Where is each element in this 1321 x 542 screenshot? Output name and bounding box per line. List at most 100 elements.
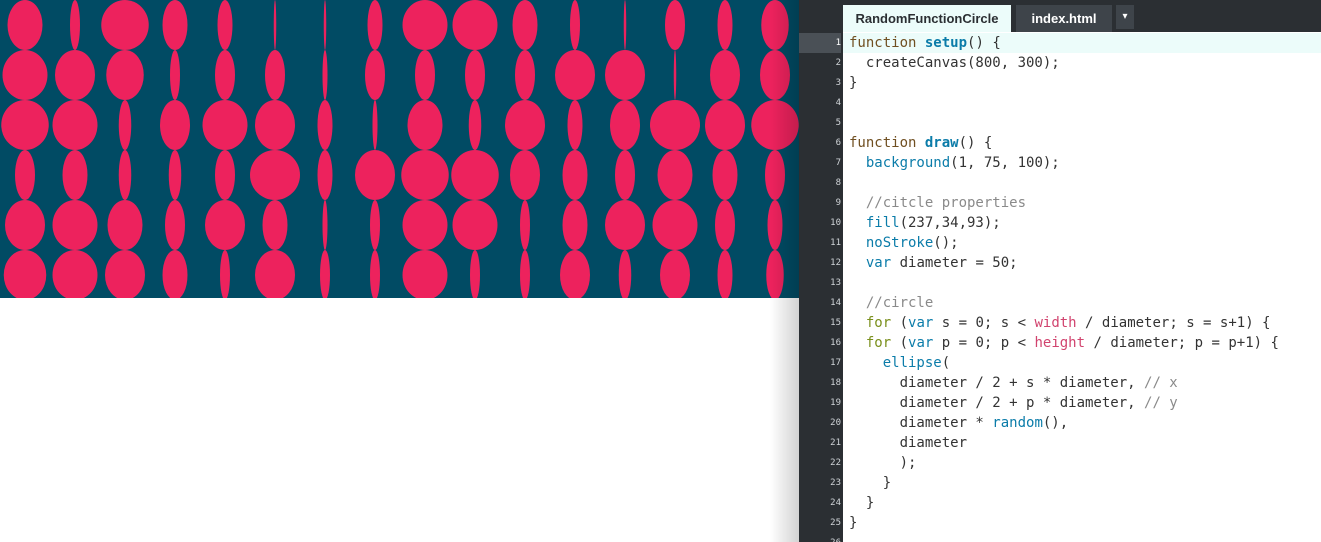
canvas-ellipse (560, 250, 590, 298)
code-line[interactable]: ellipse( (849, 353, 1321, 373)
canvas-ellipse (273, 0, 277, 50)
canvas-ellipse (510, 150, 540, 200)
code-line[interactable]: fill(237,34,93); (849, 213, 1321, 233)
code-line[interactable]: ); (849, 453, 1321, 473)
canvas-ellipse (562, 150, 588, 200)
tab-index-html[interactable]: index.html (1016, 5, 1112, 32)
chevron-down-icon[interactable]: ▾ (1116, 5, 1134, 29)
code-line[interactable]: } (849, 493, 1321, 513)
code-line[interactable]: var diameter = 50; (849, 253, 1321, 273)
canvas-ellipse (372, 100, 378, 150)
canvas-ellipse (217, 0, 233, 50)
line-number: 4 (835, 98, 841, 108)
code-line[interactable]: //circle (849, 293, 1321, 313)
canvas-ellipse (160, 100, 190, 150)
line-number: 23 (830, 478, 841, 488)
line-number: 10 (830, 218, 841, 228)
canvas-ellipse (165, 200, 185, 250)
canvas-ellipse (512, 0, 538, 50)
code-line[interactable]: } (849, 513, 1321, 533)
canvas-ellipse (715, 200, 735, 250)
code-line[interactable]: diameter * random(), (849, 413, 1321, 433)
canvas-ellipse (162, 0, 188, 50)
canvas-ellipse (705, 100, 745, 150)
canvas-ellipse (2, 50, 48, 100)
canvas-ellipse (717, 250, 733, 298)
code-line[interactable] (849, 273, 1321, 293)
canvas-ellipse (470, 250, 480, 298)
line-number: 15 (830, 318, 841, 328)
canvas-ellipse (365, 50, 385, 100)
line-number: 6 (835, 138, 841, 148)
canvas-ellipse (407, 100, 443, 150)
code-line[interactable] (849, 93, 1321, 113)
canvas-ellipse (570, 0, 580, 50)
code-area[interactable]: function setup() { createCanvas(800, 300… (843, 32, 1321, 542)
editor-tab-bar: RandomFunctionCircle index.html ▾ (799, 0, 1321, 32)
canvas-ellipse (7, 0, 43, 50)
code-line[interactable]: noStroke(); (849, 233, 1321, 253)
line-number: 8 (835, 178, 841, 188)
canvas-ellipse (262, 200, 288, 250)
canvas-ellipse (255, 250, 295, 298)
canvas-ellipse (402, 250, 448, 298)
canvas-ellipse (665, 0, 685, 50)
canvas-ellipse (712, 150, 738, 200)
canvas-ellipse (761, 0, 789, 50)
code-line[interactable] (849, 533, 1321, 542)
tab-randomfunctioncircle[interactable]: RandomFunctionCircle (843, 5, 1011, 32)
line-number: 14 (830, 298, 841, 308)
line-number: 1 (799, 33, 841, 53)
line-number: 3 (835, 78, 841, 88)
canvas-ellipse (710, 50, 740, 100)
code-line[interactable]: } (849, 473, 1321, 493)
code-line[interactable]: createCanvas(800, 300); (849, 53, 1321, 73)
code-editor-panel: RandomFunctionCircle index.html ▾ 123456… (799, 0, 1321, 542)
code-line[interactable]: function setup() { (843, 33, 1321, 53)
canvas-ellipse (623, 0, 627, 50)
canvas-ellipse (215, 50, 235, 100)
canvas-ellipse (766, 250, 784, 298)
code-line[interactable]: function draw() { (849, 133, 1321, 153)
code-line[interactable]: background(1, 75, 100); (849, 153, 1321, 173)
canvas-ellipse (15, 150, 35, 200)
canvas-ellipse (673, 50, 677, 100)
code-line[interactable]: diameter (849, 433, 1321, 453)
canvas-ellipse (452, 0, 498, 50)
canvas-ellipse (107, 200, 143, 250)
canvas-ellipse (170, 50, 180, 100)
canvas-ellipse (215, 150, 235, 200)
canvas-ellipse (322, 50, 328, 100)
canvas-ellipse (520, 200, 530, 250)
canvas-ellipse (52, 100, 98, 150)
canvas-ellipse (162, 250, 188, 298)
canvas-ellipse (55, 50, 95, 100)
canvas-ellipse (401, 150, 449, 200)
line-number: 24 (830, 498, 841, 508)
canvas-ellipse (465, 50, 485, 100)
canvas-ellipse (468, 100, 482, 150)
canvas-ellipse (3, 250, 47, 298)
line-number: 11 (830, 238, 841, 248)
line-number: 25 (830, 518, 841, 528)
code-line[interactable] (849, 113, 1321, 133)
line-number-gutter: 1 2 3 4 5 6 7 8 9 10 11 12 13 14 15 16 17 18 19 20 21 22 23 24 2… (799, 32, 843, 542)
canvas-ellipse (322, 200, 328, 250)
canvas-ellipse (610, 100, 640, 150)
canvas-ellipse (70, 0, 80, 50)
canvas-ellipse (265, 50, 285, 100)
canvas-ellipse (168, 150, 182, 200)
canvas-ellipse (505, 100, 545, 150)
code-line[interactable]: for (var p = 0; p < height / diameter; p… (849, 333, 1321, 353)
code-line[interactable] (849, 173, 1321, 193)
canvas-ellipse (5, 200, 45, 250)
code-line[interactable]: for (var s = 0; s < width / diameter; s … (849, 313, 1321, 333)
canvas-ellipse (118, 100, 132, 150)
canvas-ellipse (515, 50, 535, 100)
code-line[interactable]: } (849, 73, 1321, 93)
line-number: 18 (830, 378, 841, 388)
canvas-ellipse (605, 50, 645, 100)
code-line[interactable]: diameter / 2 + p * diameter, // y (849, 393, 1321, 413)
code-line[interactable]: //citcle properties (849, 193, 1321, 213)
code-line[interactable]: diameter / 2 + s * diameter, // x (849, 373, 1321, 393)
